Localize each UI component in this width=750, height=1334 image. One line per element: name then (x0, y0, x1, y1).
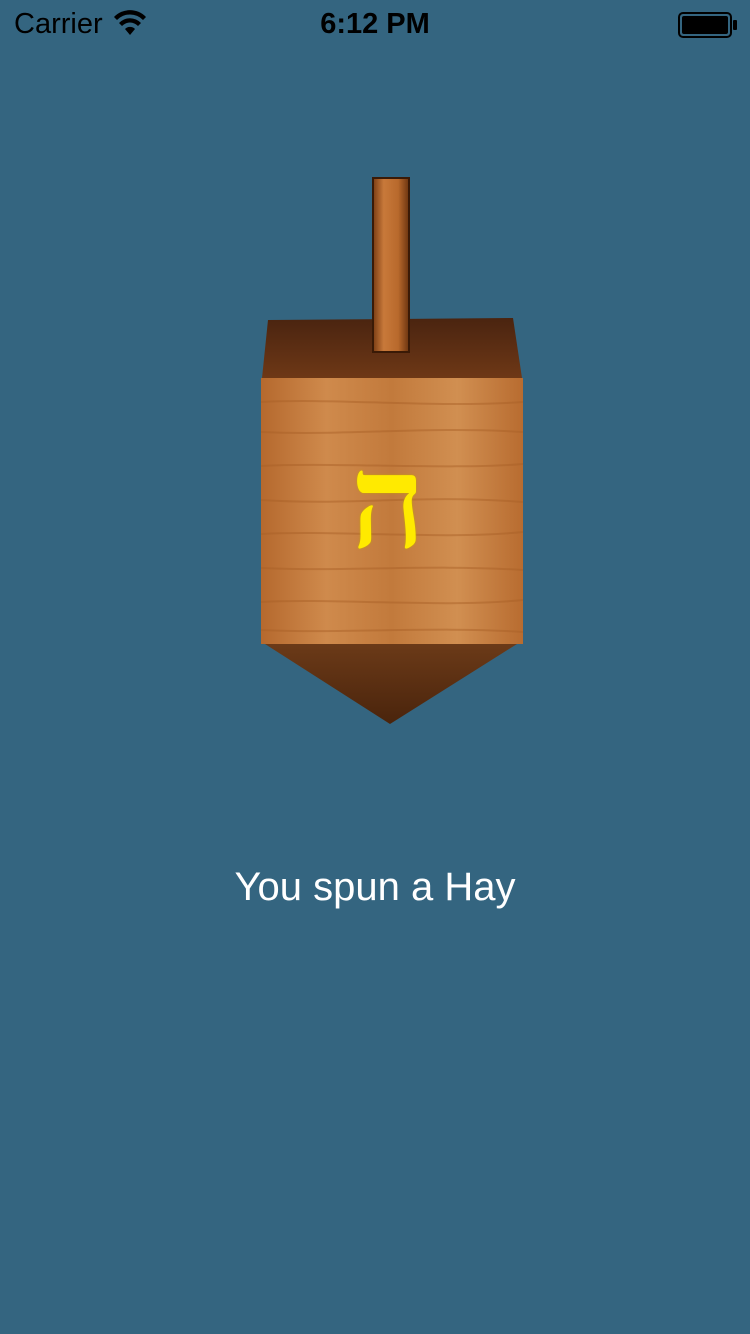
battery-full-icon (678, 12, 737, 38)
dreidel-letter-hay: ה (350, 425, 426, 578)
spin-result-text: You spun a Hay (234, 865, 516, 909)
game-screen: Carrier 6:12 PM ה You spun a Hay (0, 0, 750, 1334)
status-bar: Carrier 6:12 PM (0, 0, 750, 40)
clock-time: 6:12 PM (320, 8, 430, 40)
